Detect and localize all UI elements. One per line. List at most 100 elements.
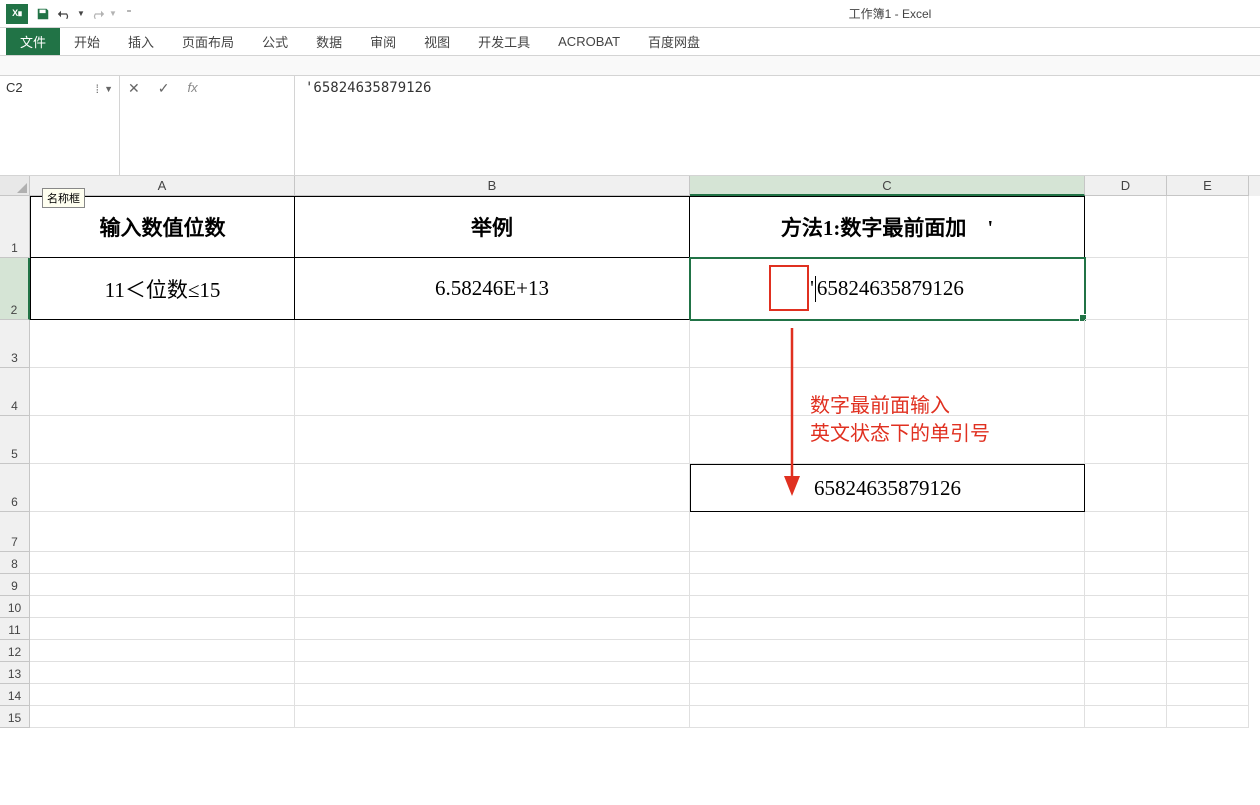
qat-redo-button[interactable] xyxy=(86,3,108,25)
col-header-E[interactable]: E xyxy=(1167,176,1249,196)
cell-A11[interactable] xyxy=(30,618,295,640)
cell-C9[interactable] xyxy=(690,574,1085,596)
cell-A9[interactable] xyxy=(30,574,295,596)
qat-undo-button[interactable] xyxy=(54,3,76,25)
row-header-6[interactable]: 6 xyxy=(0,464,30,512)
formula-input[interactable]: '65824635879126 xyxy=(295,76,1260,175)
ribbon-tab-layout[interactable]: 页面布局 xyxy=(168,28,248,55)
cell-A2[interactable]: 11＜位数≤15 xyxy=(30,258,295,320)
name-box-dropdown-icon[interactable]: ▼ xyxy=(104,84,113,94)
cell-D3[interactable] xyxy=(1085,320,1167,368)
cell-C8[interactable] xyxy=(690,552,1085,574)
cell-E3[interactable] xyxy=(1167,320,1249,368)
col-header-C[interactable]: C xyxy=(690,176,1085,196)
cell-C13[interactable] xyxy=(690,662,1085,684)
qat-save-button[interactable] xyxy=(32,3,54,25)
cell-E11[interactable] xyxy=(1167,618,1249,640)
cell-D14[interactable] xyxy=(1085,684,1167,706)
cell-B14[interactable] xyxy=(295,684,690,706)
cell-A4[interactable] xyxy=(30,368,295,416)
ribbon-tab-data[interactable]: 数据 xyxy=(302,28,356,55)
cell-B4[interactable] xyxy=(295,368,690,416)
row-header-12[interactable]: 12 xyxy=(0,640,30,662)
cell-B2[interactable]: 6.58246E+13 xyxy=(295,258,690,320)
cancel-edit-button[interactable]: ✕ xyxy=(128,80,140,97)
cell-C2[interactable]: '65824635879126 xyxy=(690,258,1085,320)
cell-D15[interactable] xyxy=(1085,706,1167,728)
row-header-4[interactable]: 4 xyxy=(0,368,30,416)
ribbon-tab-formulas[interactable]: 公式 xyxy=(248,28,302,55)
qat-undo-dropdown[interactable]: ▼ xyxy=(76,3,86,25)
row-header-8[interactable]: 8 xyxy=(0,552,30,574)
cell-C1[interactable]: 方法1:数字最前面加 ' xyxy=(690,196,1085,258)
cell-C11[interactable] xyxy=(690,618,1085,640)
cell-D1[interactable] xyxy=(1085,196,1167,258)
cell-B3[interactable] xyxy=(295,320,690,368)
cell-C14[interactable] xyxy=(690,684,1085,706)
col-header-B[interactable]: B xyxy=(295,176,690,196)
cell-D5[interactable] xyxy=(1085,416,1167,464)
cell-E4[interactable] xyxy=(1167,368,1249,416)
row-header-9[interactable]: 9 xyxy=(0,574,30,596)
ribbon-tab-baidu[interactable]: 百度网盘 xyxy=(634,28,714,55)
cell-B9[interactable] xyxy=(295,574,690,596)
row-header-14[interactable]: 14 xyxy=(0,684,30,706)
cell-D2[interactable] xyxy=(1085,258,1167,320)
name-box-input[interactable] xyxy=(6,80,96,95)
cell-B7[interactable] xyxy=(295,512,690,552)
cell-B11[interactable] xyxy=(295,618,690,640)
row-header-3[interactable]: 3 xyxy=(0,320,30,368)
cell-D12[interactable] xyxy=(1085,640,1167,662)
row-header-13[interactable]: 13 xyxy=(0,662,30,684)
cell-C3[interactable] xyxy=(690,320,1085,368)
cell-E10[interactable] xyxy=(1167,596,1249,618)
cell-A10[interactable] xyxy=(30,596,295,618)
cell-B12[interactable] xyxy=(295,640,690,662)
cell-D6[interactable] xyxy=(1085,464,1167,512)
row-header-7[interactable]: 7 xyxy=(0,512,30,552)
cell-C6[interactable]: 65824635879126 xyxy=(690,464,1085,512)
cell-E9[interactable] xyxy=(1167,574,1249,596)
cell-B15[interactable] xyxy=(295,706,690,728)
cell-E5[interactable] xyxy=(1167,416,1249,464)
confirm-edit-button[interactable]: ✓ xyxy=(158,80,170,97)
cell-D13[interactable] xyxy=(1085,662,1167,684)
row-header-5[interactable]: 5 xyxy=(0,416,30,464)
cell-E8[interactable] xyxy=(1167,552,1249,574)
cell-D10[interactable] xyxy=(1085,596,1167,618)
cell-A7[interactable] xyxy=(30,512,295,552)
cell-A14[interactable] xyxy=(30,684,295,706)
row-header-11[interactable]: 11 xyxy=(0,618,30,640)
cell-B8[interactable] xyxy=(295,552,690,574)
cell-B6[interactable] xyxy=(295,464,690,512)
cell-C12[interactable] xyxy=(690,640,1085,662)
ribbon-tab-developer[interactable]: 开发工具 xyxy=(464,28,544,55)
cell-D4[interactable] xyxy=(1085,368,1167,416)
qat-customize-dropdown[interactable]: ⁼ xyxy=(118,3,140,25)
cell-B10[interactable] xyxy=(295,596,690,618)
ribbon-tab-file[interactable]: 文件 xyxy=(6,28,60,55)
cell-A13[interactable] xyxy=(30,662,295,684)
fx-icon[interactable]: fx xyxy=(187,80,197,95)
cell-E2[interactable] xyxy=(1167,258,1249,320)
ribbon-tab-insert[interactable]: 插入 xyxy=(114,28,168,55)
cell-A6[interactable] xyxy=(30,464,295,512)
cell-B13[interactable] xyxy=(295,662,690,684)
cell-E12[interactable] xyxy=(1167,640,1249,662)
cell-A12[interactable] xyxy=(30,640,295,662)
cell-B5[interactable] xyxy=(295,416,690,464)
row-header-1[interactable]: 1 xyxy=(0,196,30,258)
ribbon-tab-view[interactable]: 视图 xyxy=(410,28,464,55)
cell-C15[interactable] xyxy=(690,706,1085,728)
cell-C7[interactable] xyxy=(690,512,1085,552)
ribbon-tab-home[interactable]: 开始 xyxy=(60,28,114,55)
cell-E7[interactable] xyxy=(1167,512,1249,552)
cell-E13[interactable] xyxy=(1167,662,1249,684)
cell-A15[interactable] xyxy=(30,706,295,728)
cell-A3[interactable] xyxy=(30,320,295,368)
cell-E1[interactable] xyxy=(1167,196,1249,258)
cell-D7[interactable] xyxy=(1085,512,1167,552)
cell-D11[interactable] xyxy=(1085,618,1167,640)
cell-E6[interactable] xyxy=(1167,464,1249,512)
name-box[interactable]: ⁞ ▼ xyxy=(0,76,120,175)
